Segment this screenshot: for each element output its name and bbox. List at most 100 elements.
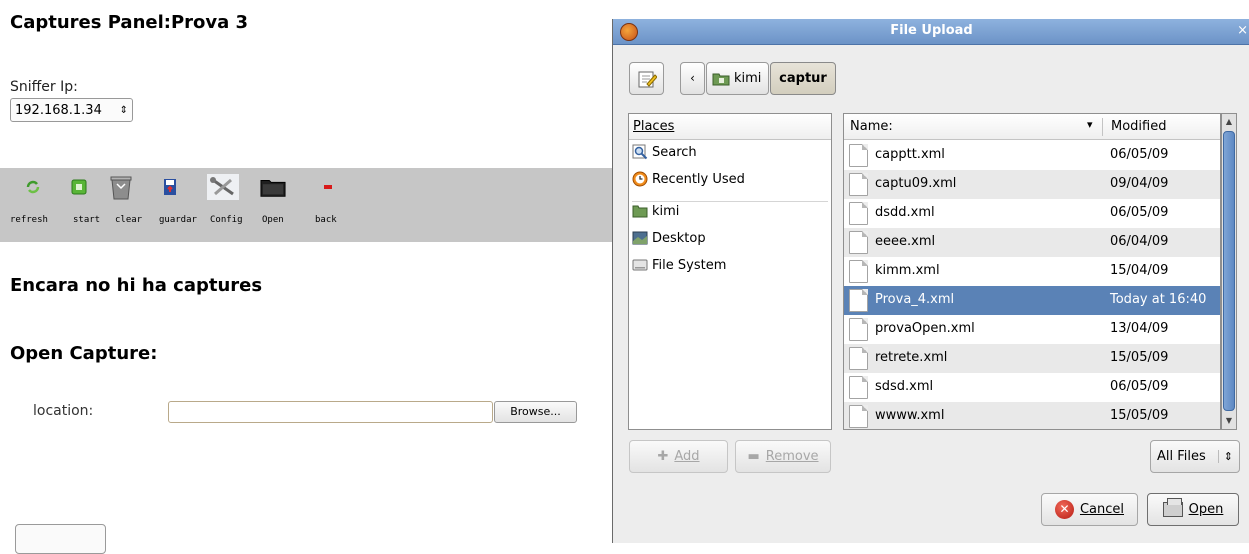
file-name: Prova_4.xml <box>875 292 955 307</box>
file-upload-dialog: File Upload × ‹ kimi captur Places Searc… <box>612 19 1249 543</box>
cancel-label: Cancel <box>1079 502 1125 517</box>
place-label-search: Search <box>652 144 697 160</box>
file-modified: 06/05/09 <box>1110 379 1169 394</box>
file-row[interactable]: sdsd.xml 06/05/09 <box>844 373 1220 402</box>
minus-icon <box>315 174 341 200</box>
places-header[interactable]: Places <box>629 114 831 140</box>
file-row[interactable]: wwww.xml 15/05/09 <box>844 402 1220 429</box>
updown-arrows-icon: ⇕ <box>1217 450 1233 463</box>
chevron-left-icon: ‹ <box>690 71 695 85</box>
minus-icon: ▬ <box>747 449 760 464</box>
document-icon <box>849 173 868 196</box>
search-icon <box>632 144 648 160</box>
file-row-selected[interactable]: Prova_4.xml Today at 16:40 <box>844 286 1220 315</box>
sniffer-ip-label: Sniffer Ip: <box>10 79 78 95</box>
file-row[interactable]: eeee.xml 06/04/09 <box>844 228 1220 257</box>
back-label: back <box>315 215 337 225</box>
place-desktop[interactable]: Desktop <box>632 227 706 249</box>
dialog-title: File Upload <box>890 23 973 38</box>
cancel-button[interactable]: ✕ Cancel <box>1041 493 1138 526</box>
document-icon <box>849 318 868 341</box>
desktop-icon <box>632 231 648 245</box>
file-row[interactable]: capptt.xml 06/05/09 <box>844 141 1220 170</box>
path-back-button[interactable]: ‹ <box>680 62 705 95</box>
refresh-label: refresh <box>10 215 48 225</box>
file-list-header: Name: ▾ Modified <box>844 114 1220 140</box>
file-modified: 09/04/09 <box>1110 176 1169 191</box>
file-modified: 15/04/09 <box>1110 263 1169 278</box>
file-row[interactable]: retrete.xml 15/05/09 <box>844 344 1220 373</box>
guardar-label: guardar <box>159 215 197 225</box>
file-row[interactable]: provaOpen.xml 13/04/09 <box>844 315 1220 344</box>
place-search[interactable]: Search <box>632 141 697 163</box>
file-row[interactable]: dsdd.xml 06/05/09 <box>844 199 1220 228</box>
document-icon <box>849 376 868 399</box>
file-name: captu09.xml <box>875 176 957 191</box>
file-modified: 13/04/09 <box>1110 321 1169 336</box>
save-icon <box>157 174 183 200</box>
open-button[interactable]: Open <box>1147 493 1239 526</box>
location-label: location: <box>33 403 94 419</box>
place-file-system[interactable]: File System <box>632 254 726 276</box>
open-folder-icon <box>1162 498 1183 517</box>
scrollbar-thumb[interactable] <box>1223 131 1235 411</box>
sort-arrow-icon[interactable]: ▾ <box>1087 118 1093 131</box>
scroll-down-icon[interactable]: ▼ <box>1222 413 1236 429</box>
file-row[interactable]: captu09.xml 09/04/09 <box>844 170 1220 199</box>
open-label: Open <box>262 215 284 225</box>
sniffer-ip-select[interactable]: 192.168.1.34 ⇕ <box>10 98 133 122</box>
file-name: wwww.xml <box>875 408 945 423</box>
dialog-titlebar[interactable]: File Upload × <box>613 19 1249 45</box>
column-modified-header[interactable]: Modified <box>1111 119 1166 134</box>
place-recently-used[interactable]: Recently Used <box>632 168 745 190</box>
place-kimi[interactable]: kimi <box>632 200 679 222</box>
remove-place-button[interactable]: ▬ Remove <box>735 440 831 473</box>
document-icon <box>849 202 868 225</box>
path-button-kimi[interactable]: kimi <box>706 62 769 95</box>
scroll-up-icon[interactable]: ▲ <box>1222 114 1236 130</box>
file-row[interactable]: kimm.xml 15/04/09 <box>844 257 1220 286</box>
column-name-header[interactable]: Name: <box>850 119 893 134</box>
file-modified: 06/05/09 <box>1110 205 1169 220</box>
file-modified: 15/05/09 <box>1110 350 1169 365</box>
place-label-desktop: Desktop <box>652 230 706 246</box>
document-icon <box>849 260 868 283</box>
document-icon <box>849 405 868 428</box>
location-input[interactable] <box>168 401 493 423</box>
file-name: kimm.xml <box>875 263 940 278</box>
browse-button[interactable]: Browse... <box>494 401 577 423</box>
config-label: Config <box>210 215 243 225</box>
add-place-button[interactable]: ✚ Add <box>629 440 728 473</box>
places-pane: Places Search Recently Used kimi Desktop… <box>628 113 832 430</box>
open-capture-heading: Open Capture: <box>10 343 158 364</box>
file-name: eeee.xml <box>875 234 936 249</box>
recent-icon <box>632 171 648 187</box>
path-button-captur[interactable]: captur <box>770 62 836 95</box>
file-modified: Today at 16:40 <box>1110 292 1207 307</box>
file-name: provaOpen.xml <box>875 321 975 336</box>
refresh-icon <box>20 174 46 200</box>
type-location-button[interactable] <box>629 62 664 95</box>
place-label-file-system: File System <box>652 257 727 273</box>
remove-label: Remove <box>765 449 819 464</box>
file-name: retrete.xml <box>875 350 948 365</box>
home-folder-icon <box>632 205 648 218</box>
file-modified: 06/05/09 <box>1110 147 1169 162</box>
document-icon <box>849 347 868 370</box>
file-filter-select[interactable]: All Files ⇕ <box>1150 440 1240 473</box>
places-header-label: Places <box>633 119 675 134</box>
file-list-scrollbar[interactable]: ▲ ▼ <box>1221 113 1237 430</box>
close-icon[interactable]: × <box>1237 23 1248 38</box>
document-icon <box>849 231 868 254</box>
place-label-kimi: kimi <box>652 203 680 219</box>
trash-icon <box>108 174 134 200</box>
page-bottom-button[interactable] <box>15 524 106 554</box>
capture-toolbar: refresh start clear guardar Config Open <box>0 168 612 242</box>
wrench-icon <box>207 174 239 200</box>
file-name: capptt.xml <box>875 147 945 162</box>
start-label: start <box>73 215 101 225</box>
plus-icon: ✚ <box>657 449 669 464</box>
file-modified: 15/05/09 <box>1110 408 1169 423</box>
document-icon <box>849 289 868 312</box>
play-icon <box>66 174 92 200</box>
